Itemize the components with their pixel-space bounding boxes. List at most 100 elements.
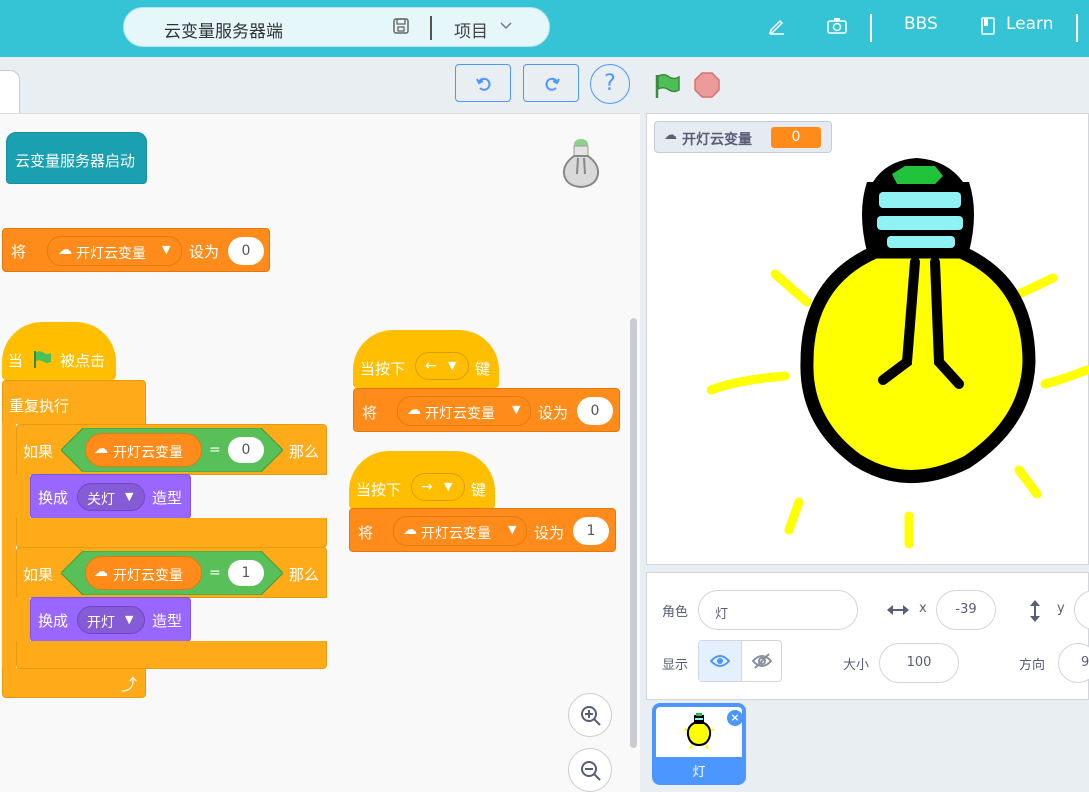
- cloud-icon: ☁: [94, 564, 108, 580]
- if-block-bottom: [16, 641, 327, 669]
- set-variable-block[interactable]: 将 ☁ 开灯云变量 ▼ 设为 0: [353, 388, 620, 432]
- zoom-out-button[interactable]: [568, 748, 612, 792]
- cloud-icon: ☁: [407, 402, 421, 418]
- variable-name: 开灯云变量: [113, 568, 183, 584]
- sprite-label: 角色: [662, 605, 689, 620]
- chevron-down-icon[interactable]: [500, 22, 512, 30]
- show-button[interactable]: [699, 641, 742, 681]
- block-text: 设为: [189, 243, 220, 261]
- sprite-lightbulb-icon: [562, 139, 600, 189]
- variable-monitor[interactable]: ☁ 开灯云变量 0: [654, 121, 832, 153]
- set-variable-block[interactable]: 将 ☁ 开灯云变量 ▼ 设为 1: [349, 508, 616, 552]
- block-text: 换成: [38, 612, 69, 630]
- y-arrows-icon: [1030, 600, 1040, 622]
- monitor-label: 开灯云变量: [682, 132, 752, 148]
- variable-dropdown[interactable]: ☁ 开灯云变量 ▼: [393, 516, 527, 546]
- eye-icon: [710, 655, 730, 667]
- edit-icon[interactable]: [767, 16, 787, 36]
- project-title-box[interactable]: 云变量服务器端 项目: [123, 7, 550, 47]
- help-button[interactable]: ?: [590, 64, 630, 104]
- zoom-in-button[interactable]: [568, 693, 612, 737]
- y-input[interactable]: [1074, 590, 1089, 630]
- set-variable-block[interactable]: 将 ☁ 开灯云变量 ▼ 设为 0: [2, 228, 270, 272]
- x-input[interactable]: -39: [936, 590, 996, 630]
- stop-icon[interactable]: [693, 71, 721, 99]
- when-key-pressed-hat[interactable]: 当按下 → ▼ 键: [349, 451, 495, 509]
- lightbulb-sprite[interactable]: [707, 152, 1089, 552]
- save-icon[interactable]: [392, 17, 410, 35]
- costume-dropdown[interactable]: 关灯 ▼: [77, 483, 145, 511]
- x-arrows-icon: [887, 605, 909, 615]
- if-arm: [16, 597, 30, 641]
- size-input[interactable]: 100: [879, 643, 959, 683]
- equals-sign: =: [209, 442, 221, 458]
- when-flag-clicked-hat[interactable]: 当 被点击: [2, 322, 116, 380]
- cloud-icon: ☁: [664, 128, 677, 143]
- key-dropdown[interactable]: ← ▼: [415, 352, 469, 380]
- block-text: 将: [362, 404, 378, 422]
- costume-dropdown[interactable]: 开灯 ▼: [77, 606, 145, 634]
- if-block[interactable]: 如果 ☁ 开灯云变量 = 0 那么: [16, 424, 327, 475]
- stage[interactable]: [646, 113, 1089, 565]
- sprite-name: 灯: [715, 607, 729, 622]
- when-key-pressed-hat[interactable]: 当按下 ← ▼ 键: [353, 330, 499, 388]
- visibility-toggle: [698, 640, 782, 682]
- if-block-bottom: [16, 518, 327, 548]
- forever-block-bottom: ⤴: [2, 668, 146, 698]
- value-input[interactable]: 1: [228, 560, 264, 586]
- vertical-scrollbar[interactable]: [630, 318, 637, 748]
- redo-icon: [545, 77, 560, 91]
- green-flag-icon[interactable]: [653, 72, 681, 100]
- value-input[interactable]: 1: [573, 517, 609, 545]
- project-title[interactable]: 云变量服务器端: [164, 17, 283, 42]
- switch-costume-block[interactable]: 换成 开灯 ▼ 造型: [30, 597, 191, 642]
- value-input[interactable]: 0: [228, 237, 264, 265]
- switch-costume-block[interactable]: 换成 关灯 ▼ 造型: [30, 474, 191, 519]
- dropdown-caret-icon: ▼: [162, 243, 171, 256]
- project-menu[interactable]: 项目: [454, 17, 488, 42]
- block-text: 将: [358, 524, 374, 542]
- variable-dropdown[interactable]: ☁ 开灯云变量 ▼: [397, 396, 531, 426]
- sprite-info-panel: 角色 灯 x -39 y 显示 大小 100 方向 9: [646, 572, 1089, 700]
- show-label: 显示: [662, 658, 689, 673]
- variable-reporter[interactable]: ☁ 开灯云变量: [85, 556, 202, 590]
- block-text: 当: [8, 352, 24, 370]
- if-block[interactable]: 如果 ☁ 开灯云变量 = 1 那么: [16, 547, 327, 598]
- book-icon[interactable]: [980, 16, 996, 36]
- zoom-out-icon: [581, 761, 601, 781]
- learn-link[interactable]: Learn: [1006, 14, 1054, 34]
- dropdown-caret-icon: ▼: [444, 480, 453, 493]
- dropdown-caret-icon: ▼: [448, 359, 457, 372]
- block-text: 当按下: [360, 360, 406, 378]
- divider: [430, 16, 432, 40]
- value-input[interactable]: 0: [577, 397, 613, 425]
- delete-sprite-icon[interactable]: ×: [727, 710, 743, 726]
- hide-button[interactable]: [741, 641, 782, 681]
- zoom-in-icon: [581, 706, 601, 726]
- undo-button[interactable]: [455, 64, 511, 102]
- block-text: 被点击: [60, 352, 106, 370]
- direction-input[interactable]: 9: [1058, 643, 1089, 683]
- bbs-link[interactable]: BBS: [904, 14, 938, 34]
- dropdown-caret-icon: ▼: [125, 490, 134, 503]
- sprite-thumbnail-selected[interactable]: × 灯: [652, 703, 746, 785]
- value-input[interactable]: 0: [228, 437, 264, 463]
- forever-block[interactable]: 重复执行: [2, 380, 146, 424]
- camera-icon[interactable]: [826, 16, 848, 36]
- cloud-icon: ☁: [94, 441, 108, 457]
- block-text: 造型: [152, 489, 183, 507]
- block-text: 那么: [289, 443, 320, 461]
- hat-block-cloud-server-start[interactable]: 云变量服务器启动: [6, 132, 147, 184]
- green-flag-icon: [34, 351, 51, 368]
- equals-sign: =: [209, 565, 221, 581]
- tab-stub[interactable]: [0, 70, 20, 116]
- block-text: 重复执行: [9, 397, 70, 415]
- direction-label: 方向: [1019, 658, 1046, 673]
- key-dropdown[interactable]: → ▼: [411, 473, 465, 501]
- cloud-icon: ☁: [58, 242, 72, 258]
- sprite-name-field[interactable]: 灯: [698, 590, 858, 630]
- variable-dropdown[interactable]: ☁ 开灯云变量 ▼: [47, 236, 182, 266]
- block-text: 如果: [23, 566, 54, 584]
- variable-reporter[interactable]: ☁ 开灯云变量: [85, 433, 202, 467]
- redo-button[interactable]: [523, 64, 579, 102]
